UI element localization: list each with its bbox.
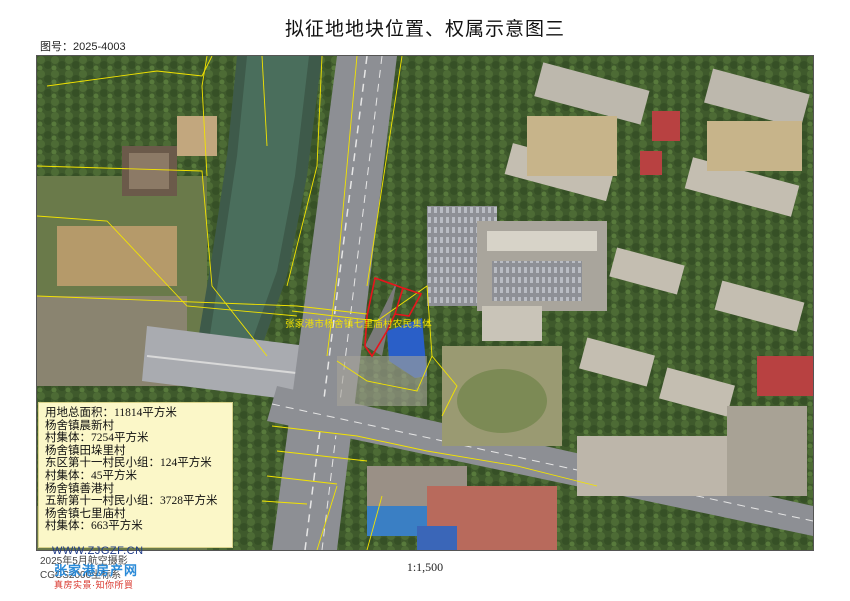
info-line: 村集体：45平方米 <box>45 469 137 482</box>
info-line: 杨舍镇七里庙村 <box>45 507 126 520</box>
info-line: 杨舍镇田垛里村 <box>45 444 126 457</box>
info-line: 东区第十一村民小组：124平方米 <box>45 457 212 470</box>
area-info-box: 用地总面积：11814平方米 杨舍镇晨新村 村集体：7254平方米 杨舍镇田垛里… <box>38 402 233 548</box>
info-line: 杨舍镇善港村 <box>45 482 114 495</box>
info-line: 用地总面积：11814平方米 <box>45 407 177 419</box>
info-line: 杨舍镇晨新村 <box>45 419 114 432</box>
map-title: 拟征地地块位置、权属示意图三 <box>284 19 565 40</box>
info-line: 五新第十一村民小组：3728平方米 <box>45 495 218 508</box>
info-line: 村集体：663平方米 <box>45 520 143 533</box>
watermark-slogan: 真房实景·知你所買 <box>54 580 134 590</box>
watermark-url: WWW.ZJGZF.CN <box>52 545 144 557</box>
map-scale: 1:1,500 <box>406 560 444 574</box>
info-line: 村集体：7254平方米 <box>45 432 149 445</box>
parcel-owner-label: 张家港市杨舍镇七里庙村农民集体 <box>285 320 433 330</box>
map-number: 图号：2025-4003 <box>40 41 126 53</box>
